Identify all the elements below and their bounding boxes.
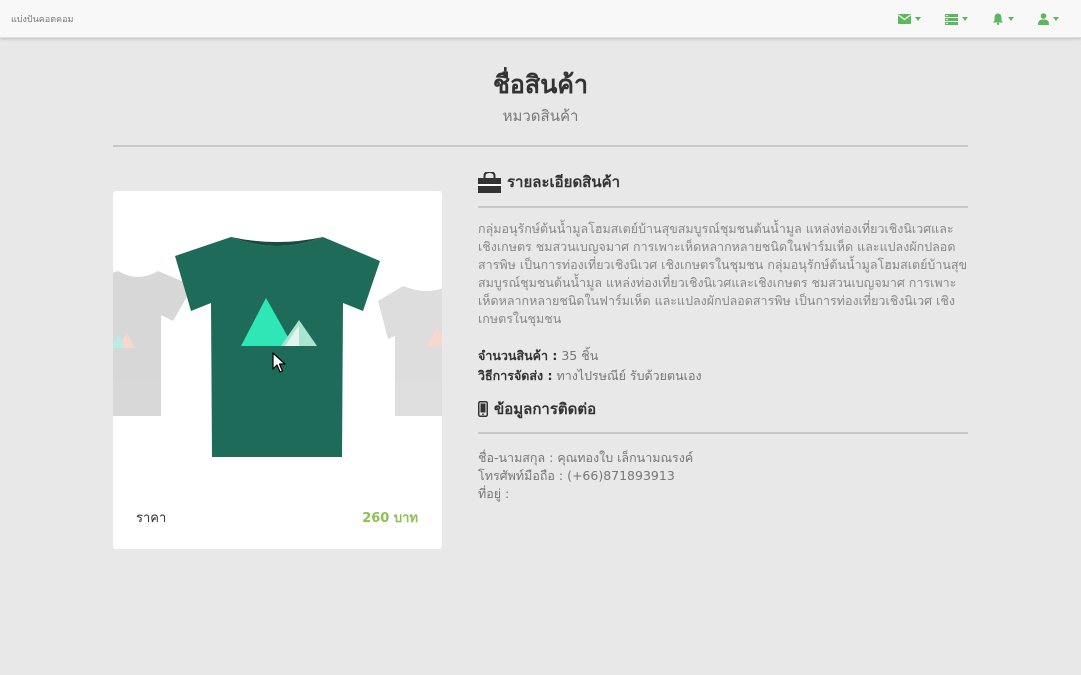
shipping-value: ทางไปรษณีย์ รับด้วยตนเอง [556, 368, 702, 383]
divider [478, 432, 968, 434]
chevron-down-icon [915, 17, 921, 21]
divider [113, 145, 968, 147]
messages-dropdown[interactable] [898, 14, 921, 24]
user-dropdown[interactable] [1038, 13, 1059, 25]
quantity-value: 35 ชิ้น [561, 348, 599, 363]
bell-icon [993, 13, 1003, 25]
quantity-row: จำนวนสินค้า : 35 ชิ้น [478, 346, 598, 366]
contact-phone: โทรศัพท์มือถือ : (+66)871893913 [478, 468, 675, 483]
page-subtitle: หมวดสินค้า [502, 107, 579, 125]
details-heading: รายละเอียดสินค้า [478, 170, 620, 194]
page-title: ชื่อสินค้า [492, 70, 589, 99]
user-icon [1038, 13, 1049, 25]
shipping-row: วิธีการจัดส่ง : ทางไปรษณีย์ รับด้วยตนเอง [478, 366, 702, 386]
contact-name: ชื่อ-นามสกุล : คุณทองใบ เล็กนามณรงค์ [478, 450, 694, 465]
navbar-menu [898, 0, 1059, 38]
mobile-phone-icon [478, 401, 488, 417]
envelope-icon [898, 14, 911, 24]
product-image[interactable] [113, 211, 442, 471]
brand-link[interactable]: แบ่งปันคอตคอม [11, 12, 73, 26]
product-description: กลุ่มอนุรักษ์ต้นน้ำมูลโฮมสเตย์บ้านสุขสมบ… [478, 221, 968, 326]
page-header: ชื่อสินค้า หมวดสินค้า [0, 68, 1081, 128]
list-icon [945, 13, 958, 25]
details-heading-text: รายละเอียดสินค้า [507, 173, 621, 191]
contact-heading: ข้อมูลการติดต่อ [478, 397, 596, 421]
contact-address: ที่อยู่ : [478, 486, 510, 501]
chevron-down-icon [1053, 17, 1059, 21]
contact-heading-text: ข้อมูลการติดต่อ [494, 400, 597, 418]
top-navbar: แบ่งปันคอตคอม [0, 0, 1081, 38]
divider [478, 206, 968, 208]
shipping-label: วิธีการจัดส่ง : [478, 368, 553, 383]
chevron-down-icon [1008, 17, 1014, 21]
tasks-dropdown[interactable] [945, 13, 968, 25]
price-label: ราคา [136, 511, 167, 526]
mouse-cursor-icon [272, 352, 286, 373]
alerts-dropdown[interactable] [992, 13, 1014, 25]
price-value: 260 บาท [362, 511, 418, 526]
chevron-down-icon [962, 17, 968, 21]
quantity-label: จำนวนสินค้า : [478, 348, 558, 363]
shopping-bag-icon [478, 171, 501, 193]
